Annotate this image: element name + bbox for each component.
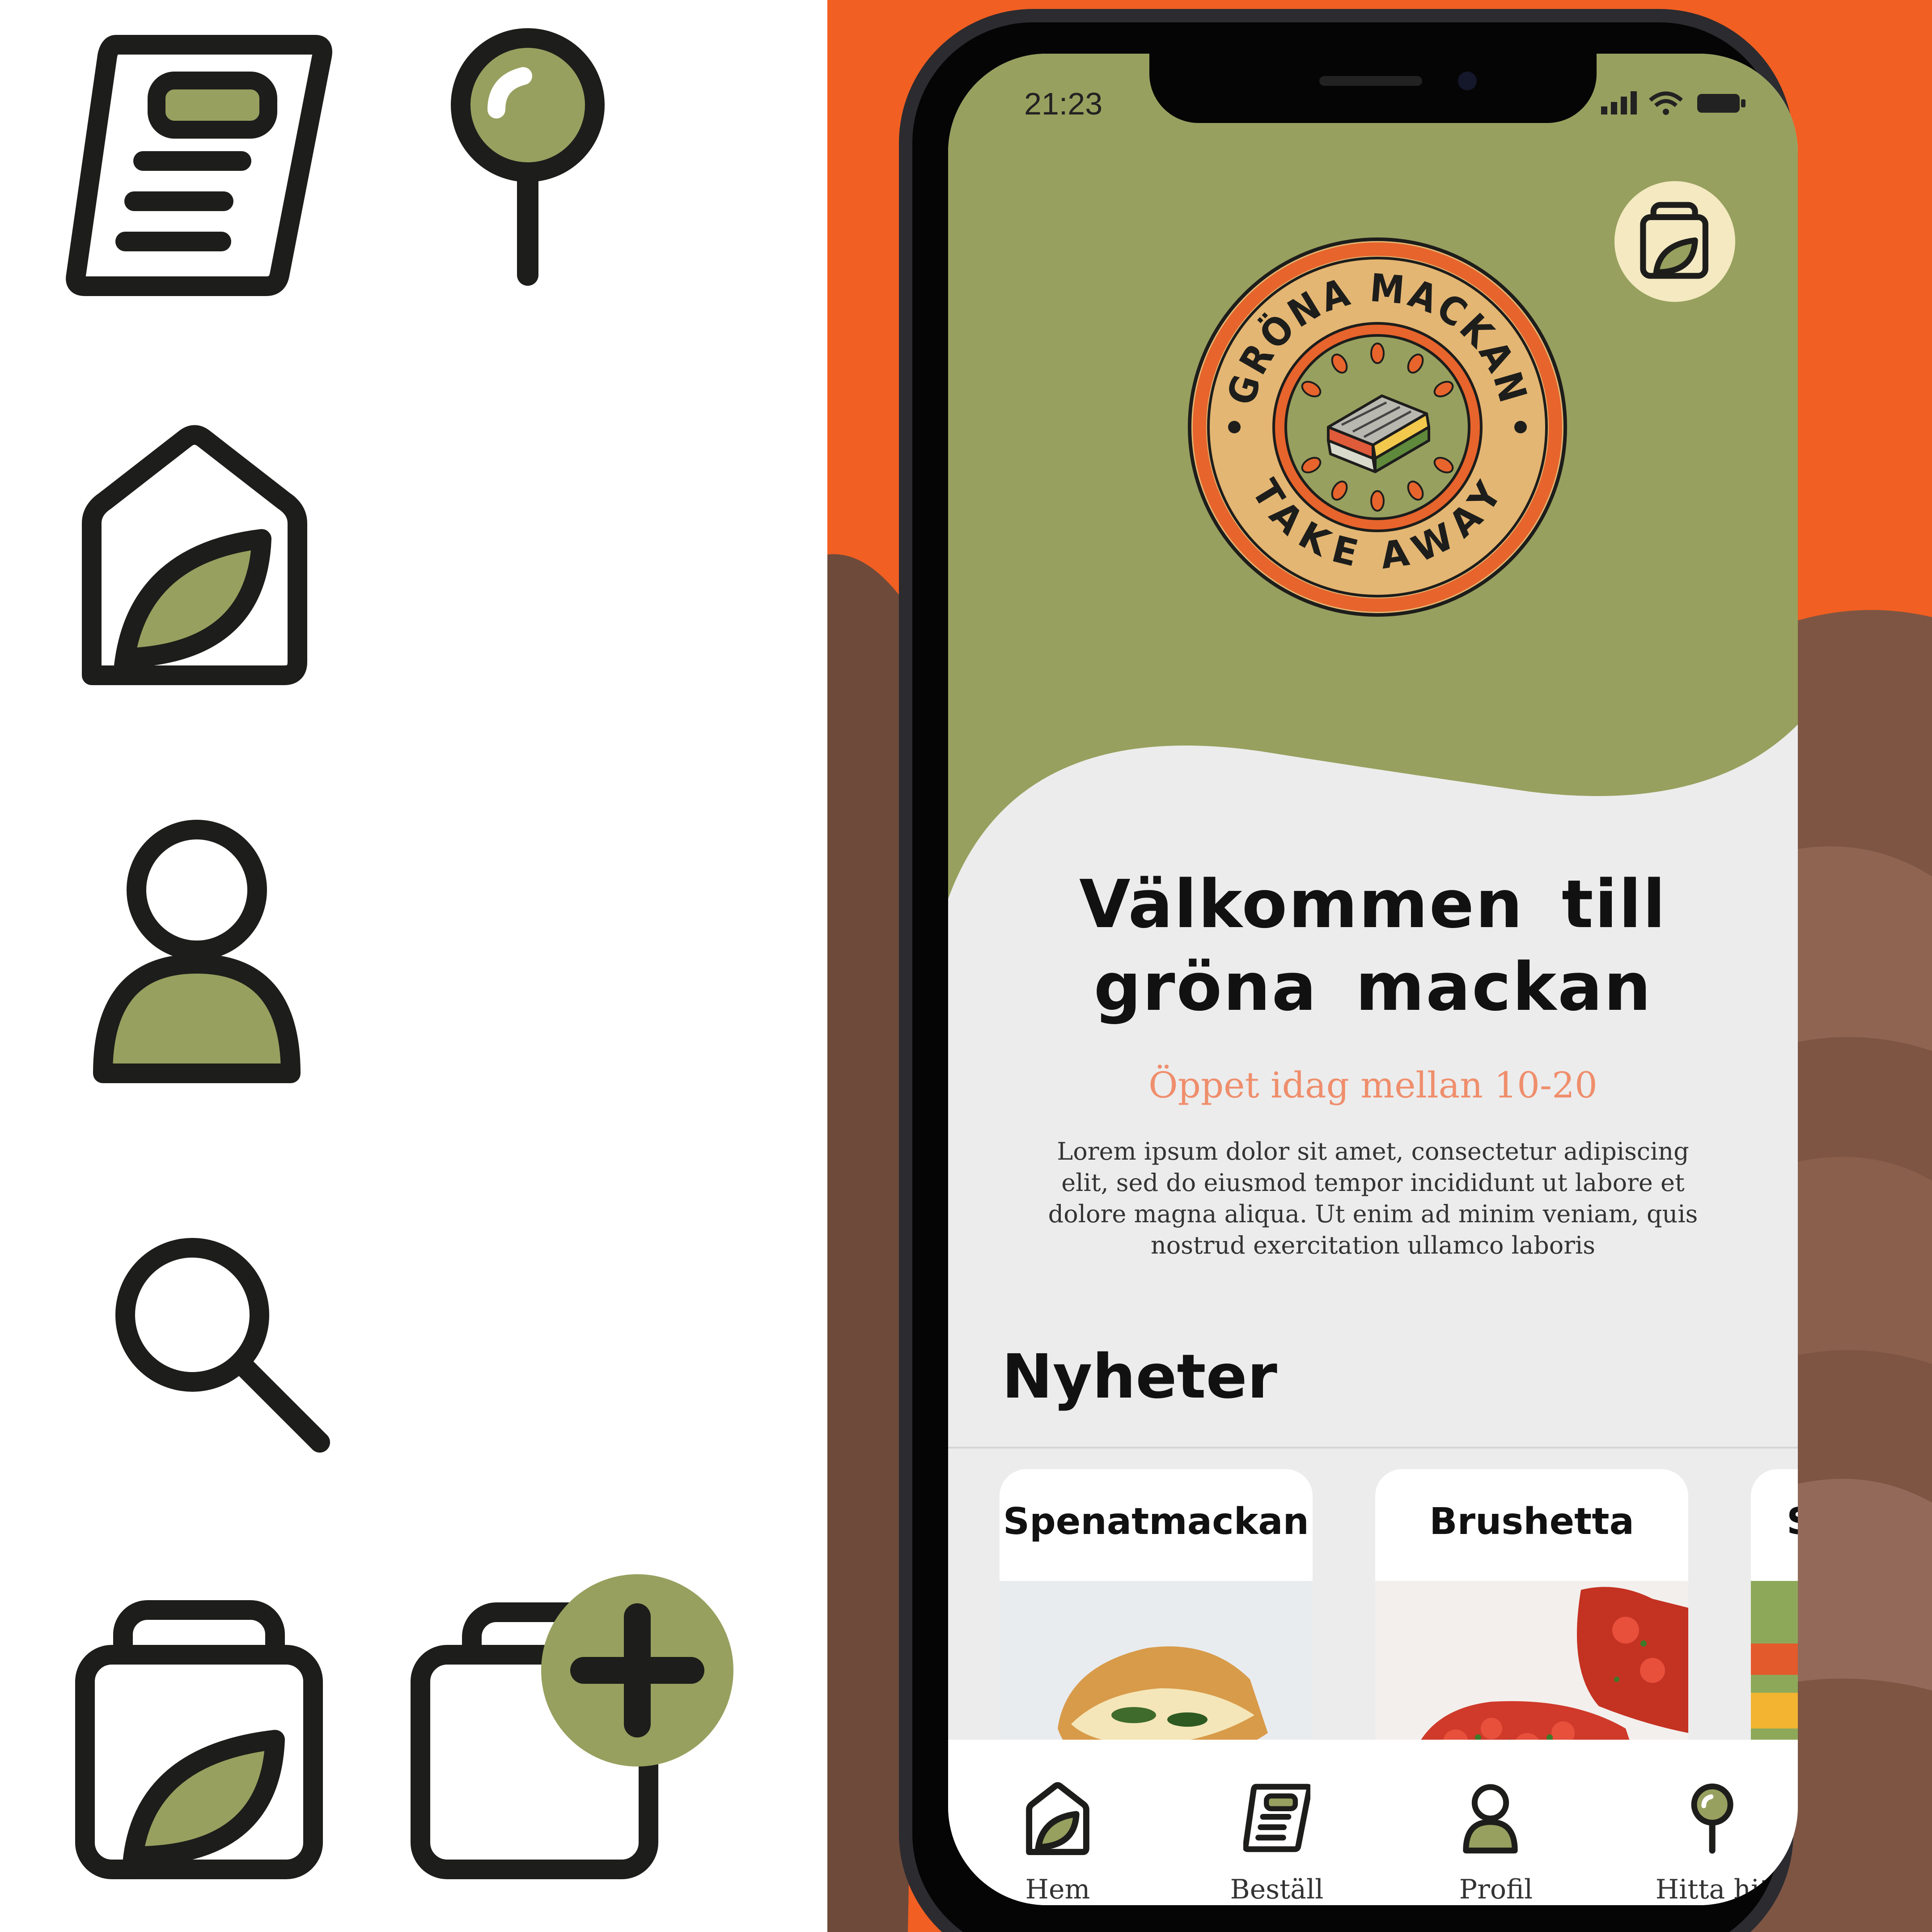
nav-label: Profil <box>1459 1874 1533 1905</box>
welcome-line-1: Välkommen till <box>1079 866 1667 943</box>
welcome-description: Lorem ipsum dolor sit amet, consectetur … <box>1048 1137 1698 1259</box>
welcome-line-2: gröna mackan <box>1093 949 1652 1025</box>
speaker-grille <box>1319 76 1422 86</box>
phone-photo: 21:23 GRÖNA MACKAN TAKE AWAY Välkommen t… <box>827 0 1932 1932</box>
nav-label: Hitta hit <box>1655 1874 1771 1905</box>
icon-sheet <box>0 0 827 1932</box>
nav-item-bestall[interactable]: Beställ <box>1187 1740 1366 1905</box>
news-card[interactable]: Brushetta <box>1375 1469 1688 1782</box>
front-camera <box>1458 72 1477 90</box>
app-screen: 21:23 GRÖNA MACKAN TAKE AWAY Välkommen t… <box>948 54 1798 1905</box>
nav-item-hitta-hit[interactable]: Hitta hit <box>1623 1740 1798 1905</box>
nav-label: Hem <box>1025 1874 1090 1905</box>
news-card[interactable]: Spenatmackan <box>1000 1469 1313 1782</box>
map-pin-icon <box>451 28 605 286</box>
news-card[interactable]: S <box>1751 1469 1798 1782</box>
bag-add-icon <box>411 1574 733 1879</box>
bag-leaf-icon <box>1640 202 1708 279</box>
nav-item-profil[interactable]: Profil <box>1407 1740 1585 1905</box>
news-divider <box>948 1447 1798 1449</box>
menu-document-icon <box>66 35 332 296</box>
open-hours-text: Öppet idag mellan 10-20 <box>1148 1064 1597 1106</box>
status-time: 21:23 <box>1024 86 1103 121</box>
map-pin-icon <box>1691 1784 1733 1854</box>
home-leaf-icon <box>82 425 307 685</box>
signal-icon <box>1601 91 1637 114</box>
brand-logo: GRÖNA MACKAN TAKE AWAY <box>1188 237 1567 617</box>
menu-document-icon <box>1243 1784 1310 1852</box>
battery-icon <box>1697 94 1746 113</box>
news-card-title: Brushetta <box>1429 1500 1634 1543</box>
user-icon <box>93 820 301 1083</box>
cart-button[interactable] <box>1614 181 1735 302</box>
news-card-title: S <box>1787 1500 1798 1543</box>
bag-leaf-icon <box>75 1600 323 1879</box>
bottom-nav: Hem Beställ Profil Hitta hit <box>948 1740 1798 1905</box>
phone-notch <box>1149 54 1597 123</box>
nav-label: Beställ <box>1230 1874 1324 1905</box>
search-icon <box>115 1238 330 1453</box>
news-section-title: Nyheter <box>1002 1342 1277 1412</box>
news-card-title: Spenatmackan <box>1003 1500 1309 1543</box>
wifi-icon <box>1649 91 1683 115</box>
user-icon <box>1463 1784 1518 1854</box>
nav-item-hem[interactable]: Hem <box>968 1740 1147 1905</box>
welcome-heading: Välkommen till gröna mackan <box>1038 863 1708 1029</box>
home-leaf-icon <box>1026 1782 1089 1856</box>
status-icons <box>1601 91 1746 115</box>
